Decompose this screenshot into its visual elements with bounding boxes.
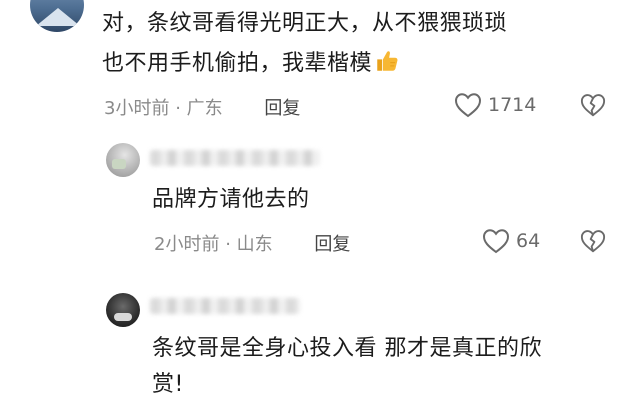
reply-button[interactable]: 回复 (264, 98, 300, 119)
like-button[interactable]: 64 (482, 228, 540, 254)
like-count: 64 (516, 230, 541, 252)
avatar[interactable] (106, 143, 140, 177)
avatar[interactable] (30, 0, 84, 32)
comment-time: 3小时前 (104, 98, 170, 119)
reply-time: 2小时前 (154, 234, 220, 255)
username-blurred[interactable] (150, 150, 320, 166)
avatar[interactable] (106, 293, 140, 327)
reply-text-line-1: 条纹哥是全身心投入看 那才是真正的欣 (152, 336, 542, 361)
username-blurred[interactable] (150, 298, 300, 314)
like-button[interactable]: 1714 (454, 92, 536, 118)
comment-text-line-1: 对，条纹哥看得光明正大，从不猥猥琐琐 (102, 11, 508, 36)
avatar-image (114, 313, 132, 321)
avatar-image (36, 8, 80, 26)
heart-icon (454, 93, 482, 118)
meta-separator: · (225, 234, 231, 255)
like-count: 1714 (488, 94, 537, 116)
reply-button[interactable]: 回复 (314, 234, 350, 255)
comment-meta: 3小时前 · 广东 回复 (104, 94, 300, 120)
reply-text-line-2: 赏! (152, 372, 184, 397)
thumbs-up-icon (377, 51, 398, 71)
comment-text: 也不用手机偷拍，我辈楷模 (102, 51, 373, 76)
broken-heart-icon[interactable] (580, 92, 606, 118)
reply-meta: 2小时前 · 山东 回复 (154, 230, 350, 256)
reply-location: 山东 (236, 234, 273, 255)
meta-separator: · (175, 98, 181, 119)
broken-heart-icon[interactable] (580, 228, 606, 254)
heart-icon (482, 229, 510, 254)
comment-text-line-2: 也不用手机偷拍，我辈楷模 (102, 45, 400, 83)
reply-text: 品牌方请他去的 (152, 187, 310, 212)
comment-location: 广东 (186, 98, 223, 119)
avatar-image (112, 159, 126, 169)
